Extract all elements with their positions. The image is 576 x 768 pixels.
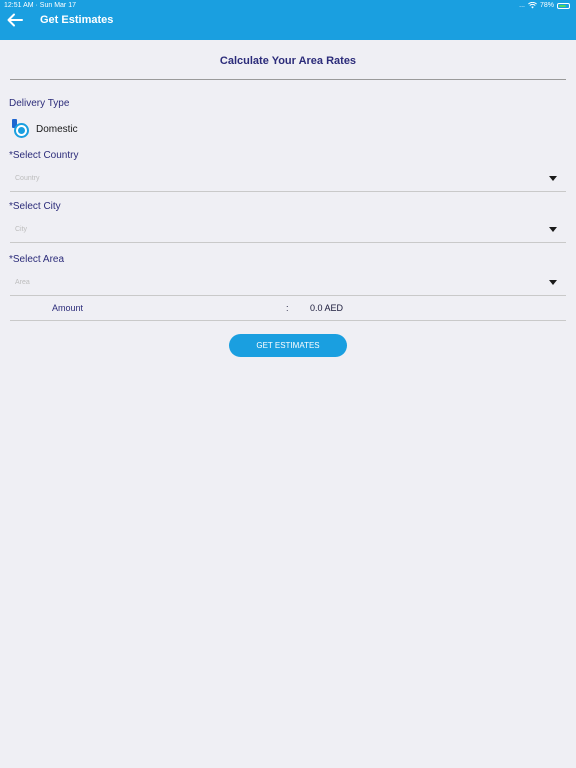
- city-label: *Select City: [9, 201, 61, 212]
- wifi-icon: [528, 2, 537, 9]
- country-select[interactable]: Country: [10, 169, 566, 192]
- amount-value: 0.0 AED: [310, 303, 344, 313]
- amount-row: Amount : 0.0 AED: [10, 298, 566, 321]
- radio-selected-icon: [11, 119, 31, 139]
- country-placeholder: Country: [15, 175, 40, 182]
- chevron-down-icon: [549, 280, 557, 285]
- back-button[interactable]: [6, 12, 24, 28]
- area-placeholder: Area: [15, 279, 30, 286]
- app-header: 12:51 AM · Sun Mar 17 ... 78% Get Estima…: [0, 0, 576, 40]
- radio-ring: [14, 123, 29, 138]
- battery-percent: 78%: [539, 2, 554, 9]
- domestic-radio[interactable]: Domestic: [11, 118, 78, 140]
- get-estimates-button[interactable]: GET ESTIMATES: [229, 334, 347, 357]
- city-select[interactable]: City: [10, 220, 566, 243]
- header-title: Get Estimates: [40, 14, 114, 26]
- title-divider: [10, 79, 566, 80]
- country-label: *Select Country: [9, 150, 79, 161]
- status-indicators: ... 78%: [519, 0, 570, 11]
- arrow-left-icon: [7, 13, 23, 27]
- area-select[interactable]: Area: [10, 273, 566, 296]
- status-dots: ...: [519, 2, 525, 9]
- chevron-down-icon: [549, 176, 557, 181]
- battery-icon: [557, 2, 570, 9]
- area-label: *Select Area: [9, 254, 65, 265]
- amount-label: Amount: [52, 303, 84, 313]
- page-title: Calculate Your Area Rates: [219, 55, 357, 67]
- radio-dot: [18, 127, 25, 134]
- status-time: 12:51 AM · Sun Mar 17: [4, 2, 76, 9]
- amount-separator: :: [286, 303, 289, 313]
- city-placeholder: City: [15, 226, 28, 233]
- status-bar: 12:51 AM · Sun Mar 17 ... 78%: [0, 0, 576, 11]
- delivery-type-label: Delivery Type: [9, 98, 70, 109]
- chevron-down-icon: [549, 227, 557, 232]
- domestic-radio-label: Domestic: [36, 123, 78, 135]
- battery-level: [559, 4, 566, 7]
